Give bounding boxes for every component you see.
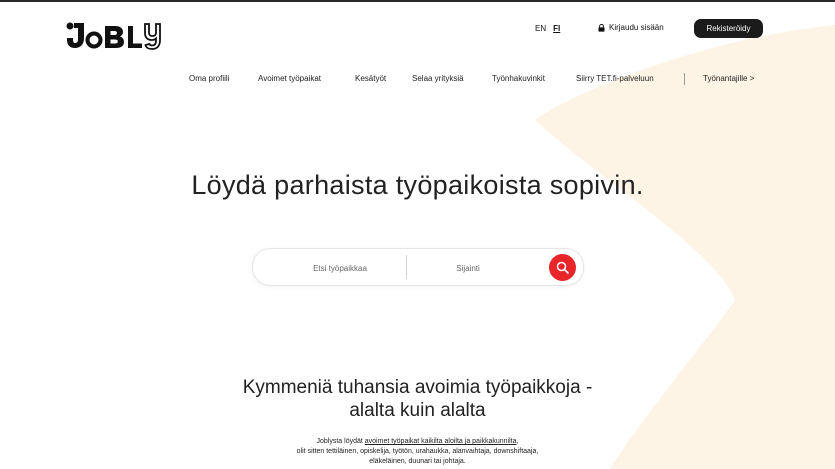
nav-item-for-employers[interactable]: Työnantajille >	[703, 74, 754, 83]
login-link[interactable]: Kirjaudu sisään	[598, 23, 664, 32]
jobly-logo[interactable]	[66, 20, 184, 50]
hero-title: Löydä parhaista työpaikoista sopivin.	[191, 170, 644, 200]
nav-item-summer-jobs[interactable]: Kesätyöt	[355, 74, 386, 83]
location-input[interactable]	[411, 258, 525, 278]
login-label: Kirjaudu sisään	[609, 23, 664, 32]
nav-item-browse-companies[interactable]: Selaa yrityksiä	[412, 74, 464, 83]
register-button[interactable]: Rekisteröidy	[694, 19, 763, 38]
open-jobs-inline-link[interactable]: avoimet työpaikat kaikilta aloilta ja pa…	[365, 438, 517, 445]
nav-item-tet-service[interactable]: Siirry TET.fi-palveluun	[576, 74, 654, 83]
nav-item-open-jobs[interactable]: Avoimet työpaikat	[258, 74, 321, 83]
search-divider	[406, 255, 407, 279]
lang-fi-link[interactable]: FI	[553, 24, 560, 33]
language-switcher: EN FI	[535, 24, 560, 33]
lang-en-link[interactable]: EN	[535, 24, 546, 33]
search-button[interactable]	[549, 254, 576, 281]
search-icon	[556, 261, 569, 274]
description-comma: ,	[516, 438, 519, 445]
main-navigation: Oma profiili Avoimet työpaikat Kesätyöt …	[0, 73, 835, 86]
description-line-2: olit sitten tettiläinen, opiskelija, työ…	[296, 448, 539, 455]
lock-icon	[598, 23, 605, 32]
job-search-bar	[252, 248, 584, 286]
section-title-line-2: alalta kuin alalta	[349, 400, 486, 421]
section-title-line-1: Kymmeniä tuhansia avoimia työpaikkoja -	[242, 377, 593, 398]
jobly-logo-icon	[66, 22, 161, 50]
section-description: Joblysta löydät avoimet työpaikat kaikil…	[0, 437, 835, 467]
description-line-3: eläkeläinen, duunari tai johtaja.	[369, 458, 466, 465]
section-title: Kymmeniä tuhansia avoimia työpaikkoja - …	[0, 376, 835, 422]
nav-divider	[684, 73, 685, 85]
nav-item-own-profile[interactable]: Oma profiili	[189, 74, 229, 83]
job-search-input[interactable]	[273, 258, 407, 278]
description-prefix: Joblysta löydät	[316, 438, 365, 445]
nav-item-job-search-tips[interactable]: Työnhakuvinkit	[492, 74, 545, 83]
